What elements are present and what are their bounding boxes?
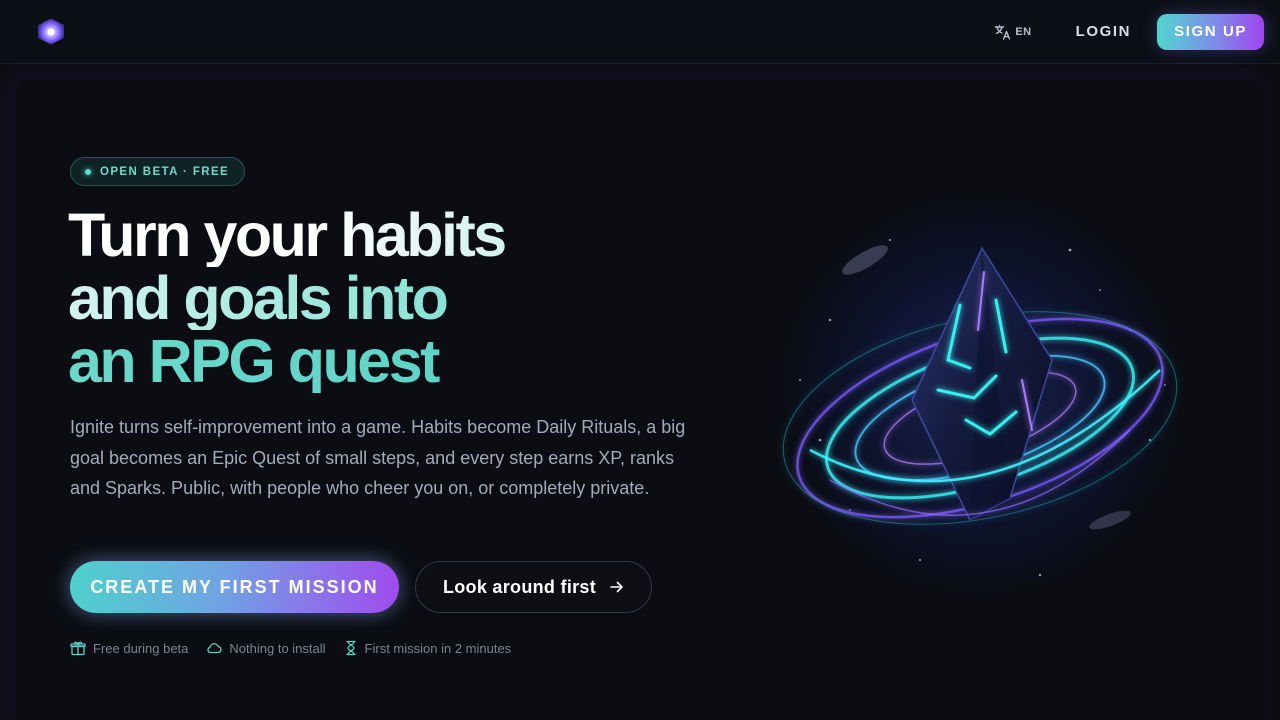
headline-line-3: an RPG quest <box>68 330 505 393</box>
signup-button[interactable]: SIGN UP <box>1157 13 1264 50</box>
headline-line-1: Turn your habits <box>68 201 507 269</box>
language-label: EN <box>1015 25 1032 38</box>
hero-description: Ignite turns self-improvement into a gam… <box>70 417 686 498</box>
top-navigation: EN LOGIN SIGN UP <box>0 0 1280 64</box>
hourglass-icon <box>345 640 356 656</box>
perk-label: Nothing to install <box>229 640 326 656</box>
beta-badge-label: OPEN BETA · FREE <box>100 165 230 178</box>
perk-quick-start: First mission in 2 minutes <box>344 640 512 656</box>
perk-no-install: Nothing to install <box>206 640 326 656</box>
perk-free: Free during beta <box>70 640 188 656</box>
logo-icon[interactable] <box>38 18 64 45</box>
language-switcher[interactable]: EN <box>994 24 1031 40</box>
headline-line-2: and goals into <box>68 267 505 330</box>
look-around-button[interactable]: Look around first <box>415 561 652 613</box>
cloud-icon <box>207 643 222 654</box>
perk-label: First mission in 2 minutes <box>364 640 512 656</box>
translate-icon <box>995 24 1011 40</box>
beta-badge: OPEN BETA · FREE <box>70 157 246 186</box>
login-button[interactable]: LOGIN <box>1076 23 1132 40</box>
status-dot <box>85 168 91 175</box>
perk-label: Free during beta <box>93 640 189 656</box>
crystal-orbit-illustration <box>770 183 1190 607</box>
gift-icon <box>70 641 86 656</box>
hero-headline: Turn your habits and goals into an RPG q… <box>68 201 507 393</box>
arrow-right-icon <box>610 581 623 593</box>
nav-actions: EN LOGIN SIGN UP <box>994 13 1264 50</box>
create-first-mission-button[interactable]: CREATE MY FIRST MISSION <box>70 561 399 613</box>
look-around-label: Look around first <box>442 576 597 597</box>
perks-list: Free during beta Nothing to install Firs… <box>70 640 529 656</box>
